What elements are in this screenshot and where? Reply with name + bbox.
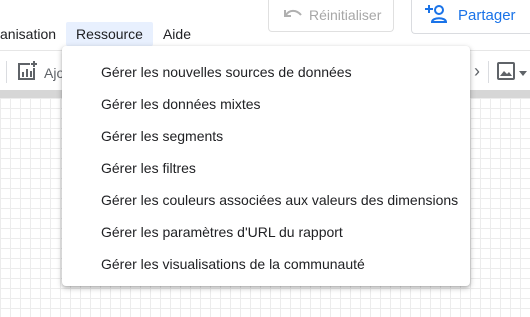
menu-item-manage-url-parameters[interactable]: Gérer les paramètres d'URL du rapport — [62, 216, 470, 248]
add-person-icon — [424, 4, 448, 27]
undo-icon — [281, 6, 303, 23]
ressource-dropdown-menu: Gérer les nouvelles sources de données G… — [62, 46, 470, 286]
image-button[interactable] — [496, 61, 528, 86]
reset-label: Réinitialiser — [309, 6, 382, 23]
add-chart-button[interactable]: Ajo — [18, 61, 64, 84]
menu-item-manage-data-sources[interactable]: Gérer les nouvelles sources de données — [62, 56, 470, 88]
menu-item-manage-segments[interactable]: Gérer les segments — [62, 120, 470, 152]
toolbar-divider — [488, 61, 489, 83]
app-header: Réinitialiser Partager anisation Ressour… — [0, 0, 530, 50]
menu-ressource[interactable]: Ressource — [66, 22, 153, 46]
toolbar-divider — [6, 61, 7, 83]
image-icon — [496, 61, 516, 86]
menu-organisation[interactable]: anisation — [0, 22, 66, 46]
reset-button[interactable]: Réinitialiser — [268, 0, 394, 32]
menu-item-manage-blended-data[interactable]: Gérer les données mixtes — [62, 88, 470, 120]
menu-aide[interactable]: Aide — [153, 22, 201, 46]
menu-item-manage-community-visualizations[interactable]: Gérer les visualisations de la communaut… — [62, 248, 470, 280]
dropdown-arrow-icon — [518, 65, 528, 83]
menu-item-manage-filters[interactable]: Gérer les filtres — [62, 152, 470, 184]
share-button[interactable]: Partager — [411, 0, 530, 34]
chevron-right-icon[interactable]: › — [474, 62, 480, 80]
menu-bar: anisation Ressource Aide — [0, 22, 201, 46]
share-label: Partager — [458, 7, 516, 24]
menu-item-manage-dimension-colors[interactable]: Gérer les couleurs associées aux valeurs… — [62, 184, 470, 216]
add-chart-icon — [18, 61, 38, 84]
